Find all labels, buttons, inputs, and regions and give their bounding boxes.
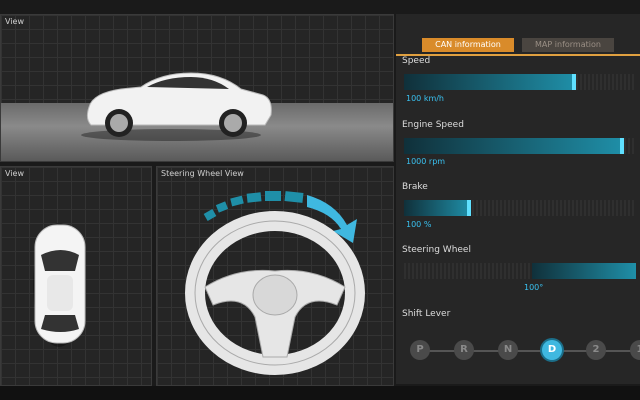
engine-speed-bar-fill [404,138,624,154]
shift-lever-track [414,350,640,352]
brake-label: Brake [402,182,428,192]
speed-bar [404,74,636,90]
engine-speed-label: Engine Speed [402,120,464,130]
gear-r[interactable]: R [454,340,474,360]
top-view-panel: View [0,166,152,386]
gear-2[interactable]: 2 [586,340,606,360]
side-view-panel: View [0,14,394,162]
steering-wheel-icon [185,191,365,375]
steering-wheel-bar [404,263,636,279]
engine-speed-bar-cap [620,138,624,154]
bottom-strip [0,386,640,400]
brake-value: 100 % [406,220,432,229]
car-top-icon [33,223,86,347]
gear-n[interactable]: N [498,340,518,360]
gear-p[interactable]: P [410,340,430,360]
steering-wheel-panel: Steering Wheel View [156,166,394,386]
gear-d[interactable]: D [542,340,562,360]
car-side-icon [81,72,272,141]
brake-bar [404,200,636,216]
speed-label: Speed [402,56,431,66]
steering-wheel-label: Steering Wheel [402,245,471,255]
engine-speed-bar [404,138,636,154]
tab-map-information[interactable]: MAP information [522,38,614,52]
gear-1[interactable]: 1 [630,340,640,360]
steering-wheel-bar-fill [532,263,636,279]
speed-bar-cap [572,74,576,90]
info-panel: CAN information MAP information Speed 10… [396,14,640,384]
speed-value: 100 km/h [406,94,445,103]
tab-can-information[interactable]: CAN information [422,38,514,52]
engine-speed-value: 1000 rpm [406,157,446,166]
shift-lever-label: Shift Lever [402,309,451,319]
brake-bar-cap [467,200,471,216]
brake-bar-fill [404,200,471,216]
steering-wheel-value: 100° [524,283,544,292]
speed-bar-fill [404,74,576,90]
info-tabs: CAN information MAP information [396,26,640,56]
